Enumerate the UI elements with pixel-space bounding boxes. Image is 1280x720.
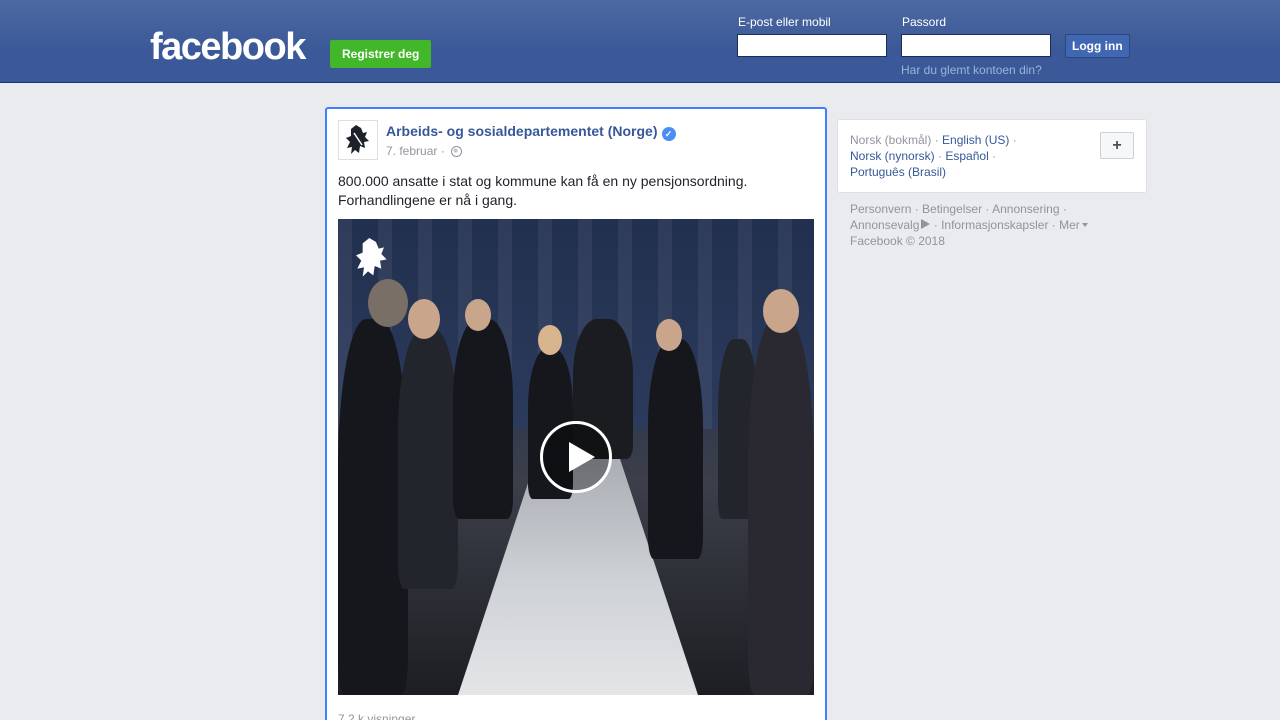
play-icon[interactable] [540, 421, 612, 493]
video-person [398, 329, 458, 589]
register-button[interactable]: Registrer deg [330, 40, 432, 68]
post-text: 800.000 ansatte i stat og kommune kan få… [338, 172, 808, 210]
language-link[interactable]: Norsk (nynorsk) [850, 149, 935, 163]
video-person-head [763, 289, 799, 333]
language-link[interactable]: Português (Brasil) [850, 165, 946, 179]
footer-link-adchoices[interactable]: Annonsevalg [850, 218, 931, 232]
chevron-down-icon [1081, 223, 1088, 227]
video-person-head [538, 325, 562, 355]
facebook-logo[interactable]: facebook [150, 25, 306, 69]
meta-separator: · [440, 144, 445, 158]
norway-lion-icon [352, 235, 392, 281]
email-label: E-post eller mobil [738, 15, 831, 29]
footer-line: Annonsevalg · Informasjonskapsler · Mer [850, 217, 1140, 233]
copyright: Facebook © 2018 [850, 234, 945, 248]
footer-link-advertising[interactable]: Annonsering [992, 202, 1059, 216]
page-name-link[interactable]: Arbeids- og sosialdepartementet (Norge) ✓ [386, 122, 676, 141]
email-input[interactable] [737, 34, 887, 57]
page-avatar[interactable] [338, 120, 378, 160]
post-date-link[interactable]: 7. februar [386, 144, 437, 158]
footer-link-more[interactable]: Mer [1059, 218, 1088, 232]
video-person [453, 319, 513, 519]
language-link[interactable]: Español [945, 149, 988, 163]
footer-link-terms[interactable]: Betingelser [922, 202, 982, 216]
post-meta: 7. februar · [386, 144, 463, 158]
verified-badge-icon: ✓ [661, 127, 676, 141]
adchoices-icon [921, 219, 931, 229]
video-person-head [656, 319, 682, 351]
password-input[interactable] [901, 34, 1051, 57]
post-text-line: 800.000 ansatte i stat og kommune kan få… [338, 173, 748, 189]
forgot-account-link[interactable]: Har du glemt kontoen din? [901, 63, 1042, 77]
current-language: Norsk (bokmål) [850, 133, 932, 147]
norway-lion-icon [346, 125, 369, 154]
password-label: Passord [902, 15, 947, 29]
language-line: Português (Brasil) [850, 164, 946, 180]
login-button[interactable]: Logg inn [1065, 34, 1130, 58]
footer-link-privacy[interactable]: Personvern [850, 202, 911, 216]
top-bar: facebook Registrer deg E-post eller mobi… [0, 0, 1280, 83]
language-line: Norsk (bokmål) · English (US) · [850, 133, 1017, 147]
view-count: 7,2 k visninger [338, 712, 416, 720]
footer-link-cookies[interactable]: Informasjonskapsler [941, 218, 1048, 232]
footer: Personvern · Betingelser · Annonsering ·… [850, 201, 1140, 249]
video-person-head [408, 299, 440, 339]
video-person-head [368, 279, 408, 327]
globe-icon[interactable] [451, 146, 463, 157]
footer-link-more-label: Mer [1059, 218, 1080, 232]
post-text-line: Forhandlingene er nå i gang. [338, 192, 518, 208]
language-box: Norsk (bokmål) · English (US) · Norsk (n… [837, 119, 1147, 193]
footer-line: Personvern · Betingelser · Annonsering · [850, 202, 1067, 216]
language-line: Norsk (nynorsk) · Español · [850, 149, 997, 163]
video-person [748, 319, 814, 695]
add-language-button[interactable]: + [1100, 132, 1134, 159]
video-person [648, 339, 703, 559]
video-person-head [465, 299, 491, 331]
footer-link-adchoices-label: Annonsevalg [850, 218, 920, 232]
language-link[interactable]: English (US) [942, 133, 1009, 147]
page-name-text: Arbeids- og sosialdepartementet (Norge) [386, 123, 658, 139]
video-player[interactable] [338, 219, 814, 695]
post-card: Arbeids- og sosialdepartementet (Norge) ✓… [325, 107, 827, 720]
